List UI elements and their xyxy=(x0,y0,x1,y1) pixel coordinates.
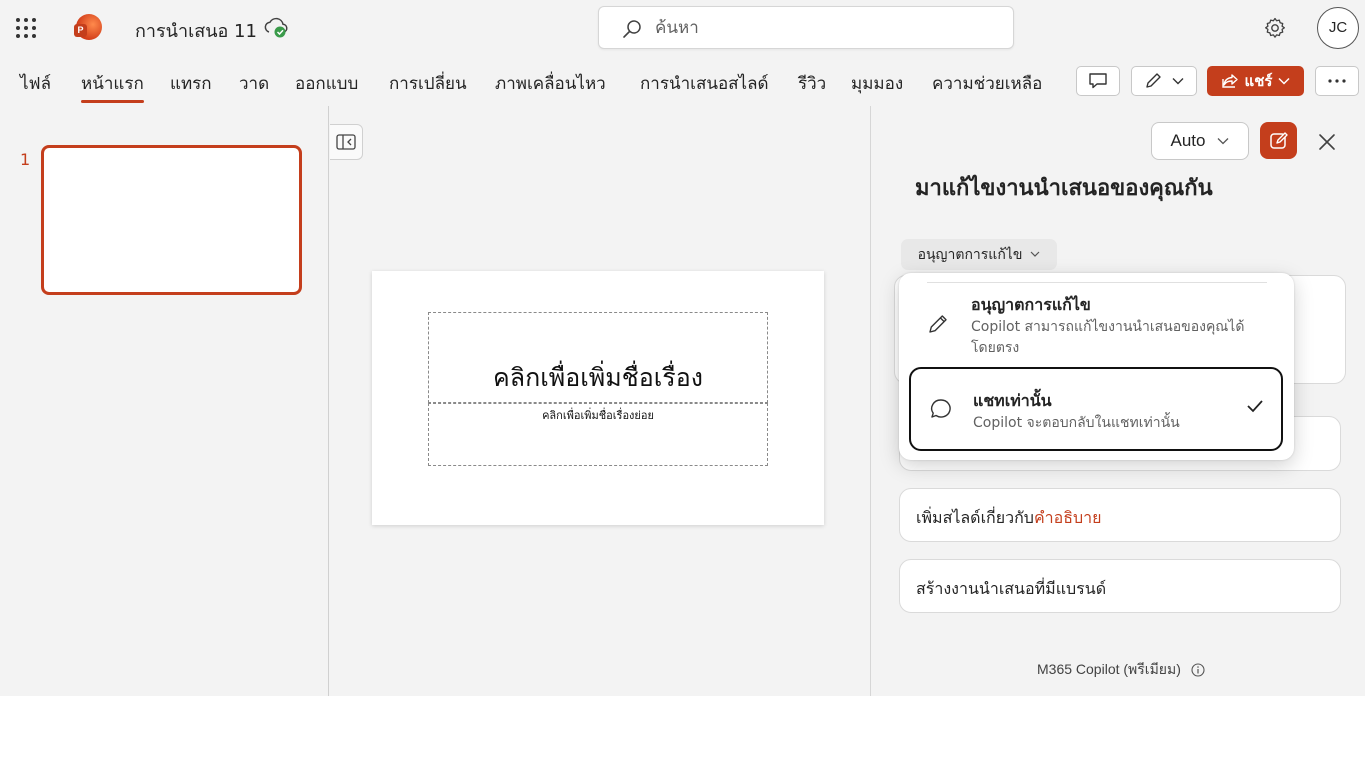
tab-home[interactable]: หน้าแรก xyxy=(81,70,144,103)
chevron-down-icon xyxy=(1172,78,1184,85)
collapse-pane-button[interactable] xyxy=(330,124,363,160)
suggestion-text: เพิ่มสไลด์เกี่ยวกับคำอธิบาย xyxy=(916,508,1102,527)
subtitle-placeholder-text: คลิกเพื่อเพิ่มชื่อเรื่องย่อย xyxy=(542,409,654,422)
copilot-footer-text: M365 Copilot (พรีเมียม) xyxy=(1037,661,1181,677)
copilot-heading: มาแก้ไขงานนำเสนอของคุณกัน xyxy=(915,176,1213,201)
menu-item-allow-edit[interactable]: อนุญาตการแก้ไข Copilot สามารถแก้ไขงานนำเ… xyxy=(909,285,1283,365)
tab-draw[interactable]: วาด xyxy=(239,70,269,97)
comments-button[interactable] xyxy=(1076,66,1120,96)
menu-item-title: อนุญาตการแก้ไข xyxy=(971,295,1091,314)
pencil-icon xyxy=(1146,73,1161,88)
share-label: แชร์ xyxy=(1244,72,1273,90)
search-box[interactable] xyxy=(598,6,1014,49)
menu-divider xyxy=(927,282,1267,283)
cloud-saved-icon xyxy=(264,17,288,38)
search-input[interactable] xyxy=(655,13,995,43)
comment-icon xyxy=(1089,73,1107,89)
slide-number: 1 xyxy=(20,150,31,169)
slide-editor: คลิกเพื่อเพิ่มชื่อเรื่อง คลิกเพื่อเพิ่มช… xyxy=(330,106,870,696)
tab-file[interactable]: ไฟล์ xyxy=(20,70,51,97)
menu-item-title: แชทเท่านั้น xyxy=(973,391,1052,410)
powerpoint-logo-icon: P xyxy=(74,14,102,40)
suggestion-branded-presentation[interactable]: สร้างงานนำเสนอที่มีแบรนด์ xyxy=(899,559,1341,613)
tab-slide-show[interactable]: การนำเสนอสไลด์ xyxy=(640,70,769,97)
app-launcher-icon[interactable] xyxy=(14,16,38,40)
permission-menu: อนุญาตการแก้ไข Copilot สามารถแก้ไขงานนำเ… xyxy=(899,273,1294,460)
powerpoint-window: P การนำเสนอ 11 JC ไฟล์ หน้าแรก แทรก วาด … xyxy=(0,0,1365,696)
suggestion-text: สร้างงานนำเสนอที่มีแบรนด์ xyxy=(916,579,1107,598)
document-title[interactable]: การนำเสนอ 11 xyxy=(135,16,257,45)
more-options-button[interactable] xyxy=(1315,66,1359,96)
search-icon xyxy=(623,20,641,38)
subtitle-placeholder[interactable]: คลิกเพื่อเพิ่มชื่อเรื่องย่อย xyxy=(428,403,768,466)
settings-gear-icon[interactable] xyxy=(1263,16,1287,40)
editing-mode-button[interactable] xyxy=(1131,66,1197,96)
compose-icon xyxy=(1269,131,1288,149)
tab-design[interactable]: ออกแบบ xyxy=(295,70,358,97)
copilot-footer: M365 Copilot (พรีเมียม) xyxy=(1037,659,1205,681)
menu-item-description: Copilot สามารถแก้ไขงานนำเสนอของคุณได้โดย… xyxy=(971,319,1245,356)
pencil-icon xyxy=(929,315,947,333)
title-bar: P การนำเสนอ 11 JC xyxy=(0,0,1365,56)
user-avatar[interactable]: JC xyxy=(1317,7,1359,49)
checkmark-icon xyxy=(1247,400,1263,413)
slide-thumbnail-pane: 1 xyxy=(0,106,329,696)
tab-help[interactable]: ความช่วยเหลือ xyxy=(932,70,1042,97)
menu-item-chat-only[interactable]: แชทเท่านั้น Copilot จะตอบกลับในแชทเท่านั… xyxy=(909,367,1283,451)
new-chat-button[interactable] xyxy=(1260,122,1297,159)
slide-thumbnail[interactable] xyxy=(41,145,302,295)
tab-animations[interactable]: ภาพเคลื่อนไหว xyxy=(495,70,606,97)
permission-dropdown[interactable]: อนุญาตการแก้ไข xyxy=(901,239,1057,270)
menu-item-description: Copilot จะตอบกลับในแชทเท่านั้น xyxy=(973,415,1180,431)
chevron-down-icon xyxy=(1218,138,1229,145)
chevron-down-icon xyxy=(1030,251,1040,257)
info-icon[interactable] xyxy=(1191,663,1205,677)
tab-insert[interactable]: แทรก xyxy=(170,70,212,97)
permission-label: อนุญาตการแก้ไข xyxy=(917,246,1023,263)
close-icon[interactable] xyxy=(1315,130,1339,154)
slide-canvas[interactable]: คลิกเพื่อเพิ่มชื่อเรื่อง คลิกเพื่อเพิ่มช… xyxy=(372,271,824,525)
copilot-mode-label: Auto xyxy=(1170,131,1206,150)
tab-view[interactable]: มุมมอง xyxy=(851,70,903,97)
chat-bubble-icon xyxy=(931,399,951,418)
collapse-panel-icon xyxy=(336,134,356,150)
share-icon xyxy=(1221,74,1238,88)
ribbon-tabs: ไฟล์ หน้าแรก แทรก วาด ออกแบบ การเปลี่ยน … xyxy=(0,56,1365,106)
copilot-mode-dropdown[interactable]: Auto xyxy=(1151,122,1249,160)
more-dots-icon xyxy=(1328,79,1346,83)
title-placeholder-text: คลิกเพื่อเพิ่มชื่อเรื่อง xyxy=(493,363,703,392)
tab-transitions[interactable]: การเปลี่ยน xyxy=(389,70,467,97)
title-placeholder[interactable]: คลิกเพื่อเพิ่มชื่อเรื่อง xyxy=(428,312,768,403)
suggestion-add-slide[interactable]: เพิ่มสไลด์เกี่ยวกับคำอธิบาย xyxy=(899,488,1341,542)
tab-review[interactable]: รีวิว xyxy=(798,70,826,97)
chevron-down-icon xyxy=(1278,77,1290,85)
share-button[interactable]: แชร์ xyxy=(1207,66,1304,96)
